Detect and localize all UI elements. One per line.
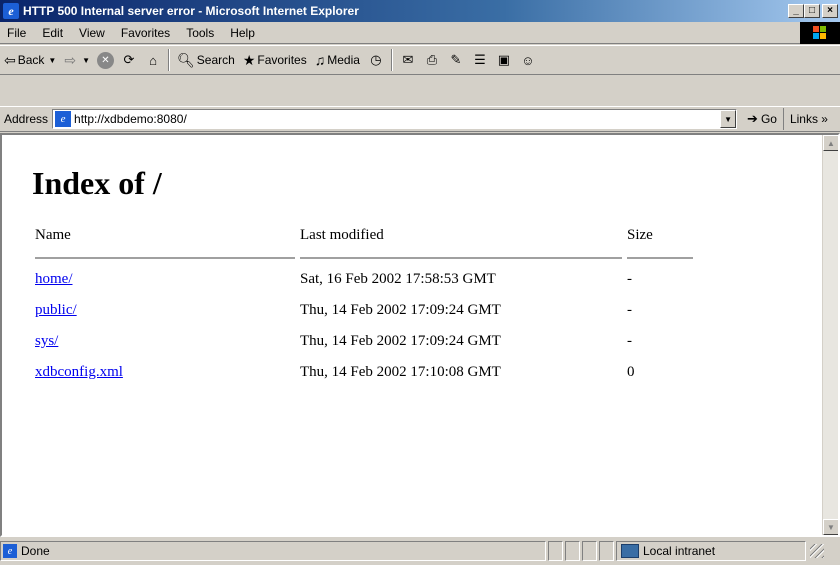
back-arrow-icon: ⇦	[4, 51, 16, 68]
status-text: Done	[21, 544, 50, 558]
scroll-down-icon[interactable]: ▼	[823, 519, 838, 535]
status-panel-empty	[548, 541, 563, 561]
entry-size: -	[627, 302, 632, 318]
home-icon[interactable]: ⌂	[144, 51, 162, 69]
page-viewport: Index of / Name Last modified Size home/…	[0, 133, 840, 537]
status-panel-empty	[582, 541, 597, 561]
page-icon: e	[55, 111, 72, 127]
status-panel: e Done	[0, 541, 546, 561]
status-panel-empty	[565, 541, 580, 561]
go-label: Go	[760, 112, 777, 126]
entry-size: -	[627, 333, 632, 349]
address-dropdown-icon[interactable]: ▼	[720, 110, 737, 128]
menu-help[interactable]: Help	[222, 26, 263, 40]
directory-listing: Name Last modified Size home/ Sat, 16 Fe…	[30, 227, 698, 388]
history-icon[interactable]: ◷	[367, 51, 385, 69]
forward-button[interactable]: ⇨ ▼	[60, 48, 94, 72]
menu-view[interactable]: View	[71, 26, 113, 40]
refresh-icon[interactable]: ⟳	[120, 51, 138, 69]
title-bar[interactable]: e HTTP 500 Internal server error - Micro…	[0, 0, 840, 22]
entry-modified: Thu, 14 Feb 2002 17:10:08 GMT	[300, 364, 501, 380]
go-button[interactable]: ➔ Go	[737, 111, 783, 127]
entry-link[interactable]: public/	[35, 302, 77, 318]
mail-icon[interactable]: ✉	[399, 51, 417, 69]
edit-icon[interactable]: ✎	[447, 51, 465, 69]
address-label: Address	[4, 112, 49, 126]
scroll-up-icon[interactable]: ▲	[823, 135, 838, 151]
toolbar-separator	[168, 49, 170, 71]
back-button[interactable]: ⇦ Back ▼	[0, 48, 60, 72]
minimize-button[interactable]: _	[788, 4, 804, 18]
toolbar-separator	[390, 49, 393, 71]
page-done-icon: e	[3, 544, 17, 558]
forward-arrow-icon: ⇨	[64, 51, 77, 68]
close-button[interactable]: ×	[822, 4, 838, 18]
menu-file[interactable]: File	[0, 26, 34, 40]
links-button[interactable]: Links »	[782, 108, 832, 130]
menu-tools[interactable]: Tools	[178, 26, 222, 40]
address-bar: Address e http://xdbdemo:8080/ ▼ ➔ Go Li…	[0, 106, 840, 132]
print-icon[interactable]: ⎙	[423, 51, 441, 69]
stop-icon[interactable]: ✕	[97, 51, 114, 69]
search-icon: 🔍︎	[177, 51, 195, 68]
menu-bar: File Edit View Favorites Tools Help	[0, 22, 840, 44]
page-content: Index of / Name Last modified Size home/…	[2, 135, 822, 535]
header-rule	[35, 252, 693, 264]
favorites-button[interactable]: ★ Favorites	[239, 48, 311, 72]
back-dropdown-icon[interactable]: ▼	[48, 56, 56, 65]
discuss-icon[interactable]: ☰	[471, 51, 489, 69]
security-zone-panel[interactable]: Local intranet	[616, 541, 806, 561]
entry-modified: Thu, 14 Feb 2002 17:09:24 GMT	[300, 333, 501, 349]
search-button[interactable]: 🔍︎ Search	[173, 48, 239, 72]
media-icon: ♫	[314, 52, 326, 68]
entry-size: -	[627, 271, 632, 287]
window-controls: _ □ ×	[788, 4, 838, 18]
resize-grip[interactable]	[810, 544, 824, 558]
address-url[interactable]: http://xdbdemo:8080/	[74, 112, 187, 126]
ie-icon[interactable]: e	[3, 3, 19, 19]
go-arrow-icon: ➔	[747, 111, 758, 126]
table-row: sys/ Thu, 14 Feb 2002 17:09:24 GMT -	[35, 326, 693, 357]
header-modified: Last modified	[300, 227, 384, 243]
header-name: Name	[35, 227, 71, 243]
windows-logo-icon	[800, 22, 840, 44]
menu-favorites[interactable]: Favorites	[113, 26, 178, 40]
window-title: HTTP 500 Internal server error - Microso…	[23, 4, 359, 18]
address-input[interactable]: e http://xdbdemo:8080/ ▼	[52, 109, 738, 129]
table-row: public/ Thu, 14 Feb 2002 17:09:24 GMT -	[35, 295, 693, 326]
standard-toolbar: ⇦ Back ▼ ⇨ ▼ ✕ ⟳ ⌂ 🔍︎ Search ★ Favorites…	[0, 45, 840, 75]
page-title: Index of /	[32, 165, 162, 201]
table-row: home/ Sat, 16 Feb 2002 17:58:53 GMT -	[35, 264, 693, 295]
maximize-button[interactable]: □	[804, 4, 820, 18]
intranet-icon	[621, 544, 639, 558]
search-label: Search	[196, 53, 235, 67]
forward-dropdown-icon[interactable]: ▼	[82, 56, 90, 65]
back-label: Back	[17, 53, 45, 67]
vertical-scrollbar[interactable]: ▲ ▼	[822, 135, 838, 535]
favorites-label: Favorites	[257, 53, 307, 67]
header-size: Size	[627, 227, 653, 243]
zone-label: Local intranet	[643, 544, 716, 558]
table-row: xdbconfig.xml Thu, 14 Feb 2002 17:10:08 …	[35, 357, 693, 388]
status-bar: e Done Local intranet	[0, 539, 840, 563]
entry-link[interactable]: home/	[35, 271, 73, 287]
media-button[interactable]: ♫ Media	[311, 48, 364, 72]
entry-link[interactable]: sys/	[35, 333, 58, 349]
favorites-icon: ★	[242, 51, 256, 68]
entry-size: 0	[627, 364, 635, 380]
research-icon[interactable]: ▣	[495, 51, 513, 69]
entry-modified: Thu, 14 Feb 2002 17:09:24 GMT	[300, 302, 501, 318]
messenger-icon[interactable]: ☺	[519, 51, 537, 69]
entry-link[interactable]: xdbconfig.xml	[35, 364, 123, 380]
status-panel-empty	[599, 541, 614, 561]
media-label: Media	[327, 53, 360, 67]
entry-modified: Sat, 16 Feb 2002 17:58:53 GMT	[300, 271, 496, 287]
menu-edit[interactable]: Edit	[34, 26, 71, 40]
